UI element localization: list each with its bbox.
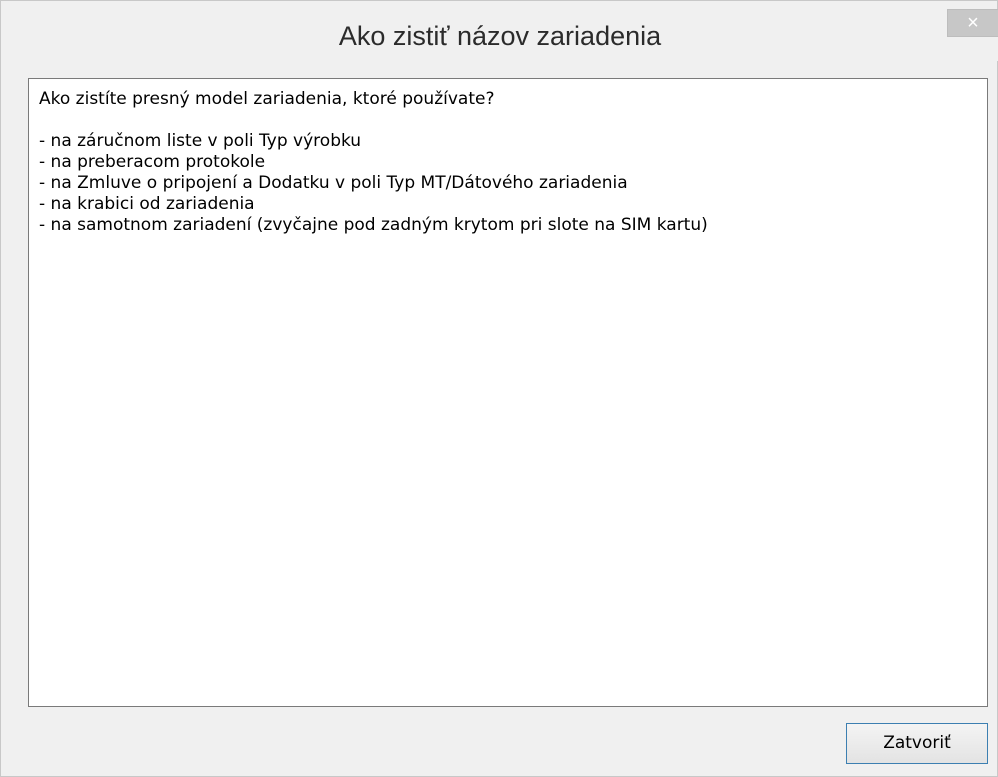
info-text-area: Ako zistíte presný model zariadenia, kto…: [28, 78, 988, 707]
list-item: - na krabici od zariadenia: [39, 194, 255, 214]
list-item: - na Zmluve o pripojení a Dodatku v poli…: [39, 173, 628, 193]
dialog-window: Ako zistiť názov zariadenia × Ako zistít…: [0, 0, 998, 777]
list-item: - na preberacom protokole: [39, 152, 266, 172]
dialog-title: Ako zistiť názov zariadenia: [338, 21, 662, 51]
question-text: Ako zistíte presný model zariadenia, kto…: [39, 89, 495, 109]
list-item: - na samotnom zariadení (zvyčajne pod za…: [39, 215, 708, 235]
close-button[interactable]: Zatvoriť: [846, 723, 988, 764]
close-icon[interactable]: ×: [947, 9, 998, 37]
title-bar: Ako zistiť názov zariadenia ×: [1, 9, 998, 61]
list-item: - na záručnom liste v poli Typ výrobku: [39, 131, 362, 151]
